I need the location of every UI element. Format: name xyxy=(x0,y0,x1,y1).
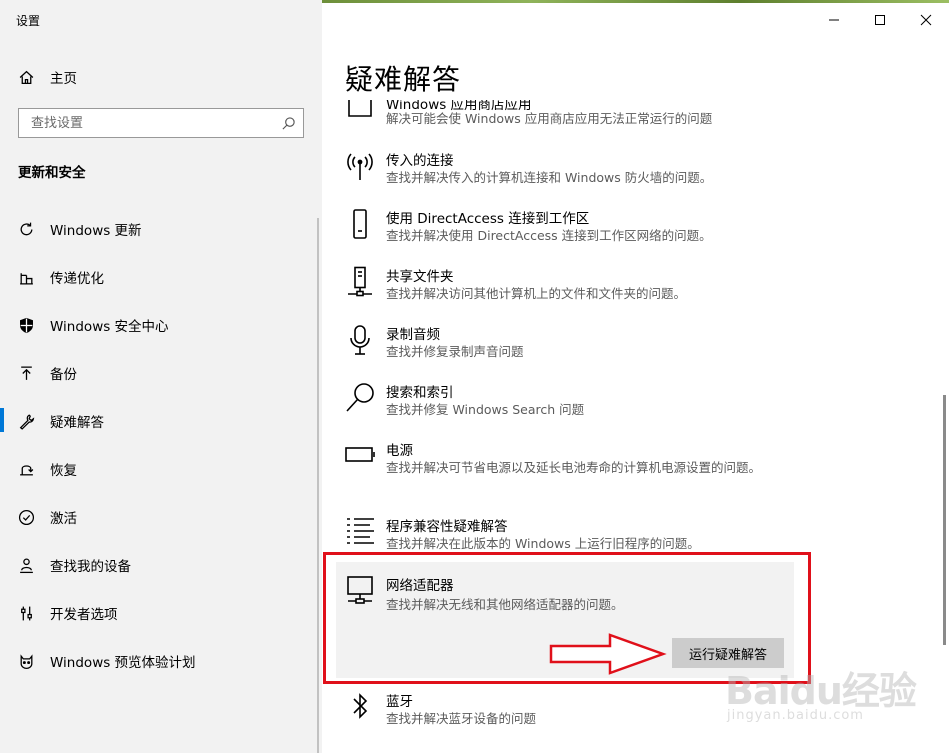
annotation-arrow-icon xyxy=(549,633,667,675)
sidebar-item-label: 开发者选项 xyxy=(50,607,118,623)
check-circle-icon xyxy=(17,508,35,526)
watermark-logo: Baidu经验 xyxy=(725,669,917,713)
troubleshooter-title: 搜索和索引 xyxy=(386,385,454,401)
recovery-icon xyxy=(17,460,35,478)
wrench-icon xyxy=(17,412,35,430)
minimize-button[interactable] xyxy=(811,0,857,40)
microphone-icon xyxy=(343,323,377,359)
phone-icon xyxy=(343,207,377,243)
bluetooth-icon xyxy=(343,690,377,726)
sidebar-item-developer-options[interactable]: 开发者选项 xyxy=(0,595,322,631)
network-share-icon xyxy=(343,265,377,301)
sidebar-item-label: Windows 更新 xyxy=(50,223,142,239)
shield-icon xyxy=(17,316,35,334)
sidebar-item-troubleshoot[interactable]: 疑难解答 xyxy=(0,403,322,439)
troubleshooter-title: 使用 DirectAccess 连接到工作区 xyxy=(386,211,590,227)
sidebar-item-label: Windows 预览体验计划 xyxy=(50,655,196,671)
person-location-icon xyxy=(17,556,35,574)
settings-search[interactable] xyxy=(18,108,304,138)
backup-arrow-icon xyxy=(17,364,35,382)
page-title: 疑难解答 xyxy=(345,63,462,96)
sidebar-item-recovery[interactable]: 恢复 xyxy=(0,451,322,487)
sidebar-scrollbar[interactable] xyxy=(317,218,319,753)
developer-sliders-icon xyxy=(17,604,35,622)
search-icon xyxy=(343,381,377,417)
watermark-url: jingyan.baidu.com xyxy=(727,708,864,723)
maximize-button[interactable] xyxy=(857,0,903,40)
window-title: 设置 xyxy=(16,14,41,28)
search-icon[interactable] xyxy=(281,116,296,131)
troubleshooter-desc: 查找并解决访问其他计算机上的文件和文件夹的问题。 xyxy=(386,286,687,301)
home-icon xyxy=(17,68,35,86)
sidebar-item-windows-update[interactable]: Windows 更新 xyxy=(0,211,322,247)
sidebar-item-label: 备份 xyxy=(50,367,77,383)
battery-icon xyxy=(343,439,377,475)
troubleshooter-desc: 查找并修复 Windows Search 问题 xyxy=(386,402,585,417)
sidebar-item-label: 恢复 xyxy=(50,463,77,479)
list-icon xyxy=(343,515,377,551)
troubleshooter-title: 共享文件夹 xyxy=(386,269,454,285)
section-heading: 更新和安全 xyxy=(18,165,86,181)
sidebar-item-activation[interactable]: 激活 xyxy=(0,499,322,535)
refresh-icon xyxy=(17,220,35,238)
delivery-optimization-icon xyxy=(17,268,35,286)
troubleshooter-desc: 查找并解决在此版本的 Windows 上运行旧程序的问题。 xyxy=(386,536,700,551)
sidebar-item-label: 传递优化 xyxy=(50,271,104,287)
close-icon xyxy=(920,14,932,26)
content-scrollbar[interactable] xyxy=(943,395,946,645)
home-nav-item[interactable]: 主页 xyxy=(0,59,322,95)
troubleshooter-desc: 查找并修复录制声音问题 xyxy=(386,344,524,359)
sidebar-item-label: 疑难解答 xyxy=(50,415,104,431)
troubleshooter-title: 蓝牙 xyxy=(386,694,413,710)
sidebar-item-find-my-device[interactable]: 查找我的设备 xyxy=(0,547,322,583)
search-input[interactable] xyxy=(29,115,273,132)
maximize-icon xyxy=(875,15,885,25)
close-button[interactable] xyxy=(903,0,949,40)
troubleshooter-title: 程序兼容性疑难解答 xyxy=(386,519,508,535)
sidebar-item-insider-program[interactable]: Windows 预览体验计划 xyxy=(0,643,322,679)
sidebar-item-label: 激活 xyxy=(50,511,77,527)
antenna-icon xyxy=(343,149,377,185)
sidebar-item-security-center[interactable]: Windows 安全中心 xyxy=(0,307,322,343)
troubleshooter-title: 电源 xyxy=(386,443,413,459)
sidebar-item-label: 查找我的设备 xyxy=(50,559,131,575)
sidebar: 设置 主页 更新和安全 Windows 更新 传递优化 Windows 安全中心 xyxy=(0,0,322,753)
troubleshooter-desc: 查找并解决使用 DirectAccess 连接到工作区网络的问题。 xyxy=(386,228,712,243)
home-label: 主页 xyxy=(50,71,77,87)
troubleshooter-title: 传入的连接 xyxy=(386,153,454,169)
troubleshooter-desc: 查找并解决可节省电源以及延长电池寿命的计算机电源设置的问题。 xyxy=(386,460,762,475)
sidebar-item-backup[interactable]: 备份 xyxy=(0,355,322,391)
sidebar-item-delivery-optimization[interactable]: 传递优化 xyxy=(0,259,322,295)
troubleshooter-desc: 查找并解决传入的计算机连接和 Windows 防火墙的问题。 xyxy=(386,170,713,185)
baidu-jingyan-watermark: Baidu经验 jingyan.baidu.com xyxy=(725,660,925,750)
minimize-icon xyxy=(829,19,839,21)
window-controls xyxy=(811,0,949,40)
troubleshooter-title: 录制音频 xyxy=(386,327,440,343)
sidebar-item-label: Windows 安全中心 xyxy=(50,319,169,335)
insider-cat-icon xyxy=(17,652,35,670)
troubleshooter-desc: 解决可能会使 Windows 应用商店应用无法正常运行的问题 xyxy=(386,111,713,126)
